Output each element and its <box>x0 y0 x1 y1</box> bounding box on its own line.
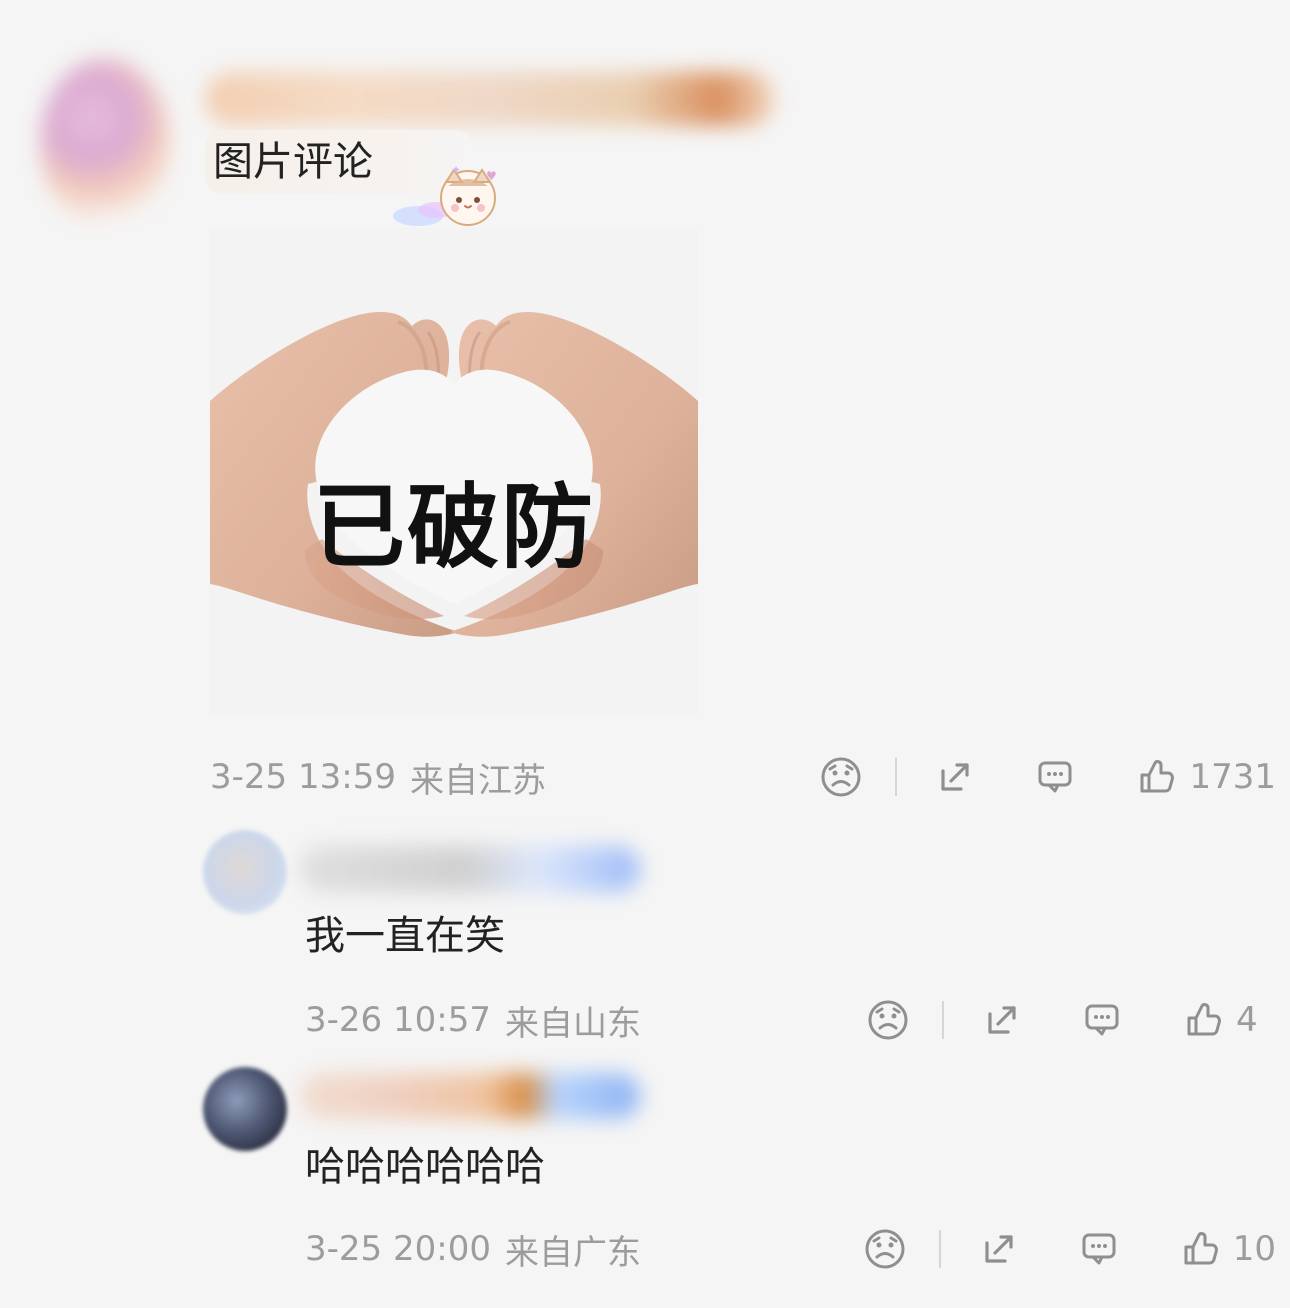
like-count: 10 <box>1232 1229 1276 1269</box>
sad-face-icon[interactable] <box>862 994 914 1046</box>
avatar[interactable] <box>203 1067 287 1151</box>
share-icon[interactable] <box>973 1223 1025 1275</box>
timestamp: 3-26 10:57 <box>305 1000 491 1040</box>
like-count: 4 <box>1236 1000 1258 1040</box>
action-divider <box>938 1230 941 1268</box>
thumb-up-icon[interactable] <box>1173 1223 1225 1275</box>
action-bar: 1731 <box>815 751 1276 803</box>
share-icon[interactable] <box>929 751 981 803</box>
reply-text: 哈哈哈哈哈哈 <box>305 1144 545 1190</box>
svg-text:♥: ♥ <box>486 169 497 183</box>
sad-face-icon[interactable] <box>815 751 867 803</box>
sad-face-icon[interactable] <box>859 1223 911 1275</box>
username-blurred[interactable] <box>205 72 775 126</box>
timestamp: 3-25 13:59 <box>210 757 396 797</box>
action-bar: 10 <box>859 1223 1276 1275</box>
meme-overlay-text: 已破防 <box>312 474 595 581</box>
username-blurred[interactable] <box>300 846 640 892</box>
action-bar: 4 <box>862 994 1276 1046</box>
thumb-up-icon[interactable] <box>1129 751 1181 803</box>
comment-icon[interactable] <box>1029 751 1081 803</box>
reply-text: 我一直在笑 <box>305 913 505 959</box>
comment-icon[interactable] <box>1073 1223 1125 1275</box>
action-divider <box>895 758 898 796</box>
cat-bubble-icon: ✦ ♥ <box>393 163 497 226</box>
username-blurred[interactable] <box>300 1073 640 1119</box>
action-divider <box>942 1001 944 1039</box>
share-icon[interactable] <box>976 994 1028 1046</box>
reply-meta-row: 3-25 20:00 来自广东 10 <box>305 1219 1276 1279</box>
location: 来自广东 <box>504 1232 641 1273</box>
avatar[interactable] <box>203 830 287 914</box>
meme-image[interactable]: 已破防 <box>210 228 698 716</box>
svg-text:✦: ✦ <box>451 163 461 177</box>
like-count: 1731 <box>1189 757 1276 797</box>
timestamp: 3-25 20:00 <box>305 1229 491 1269</box>
thumb-up-icon[interactable] <box>1176 994 1228 1046</box>
comment-icon[interactable] <box>1076 994 1128 1046</box>
location: 来自江苏 <box>409 760 546 801</box>
reply-meta-row: 3-26 10:57 来自山东 4 <box>305 990 1276 1050</box>
comment-meta-row: 3-25 13:59 来自江苏 1731 <box>210 747 1276 807</box>
avatar[interactable] <box>40 58 170 228</box>
location: 来自山东 <box>504 1003 641 1044</box>
